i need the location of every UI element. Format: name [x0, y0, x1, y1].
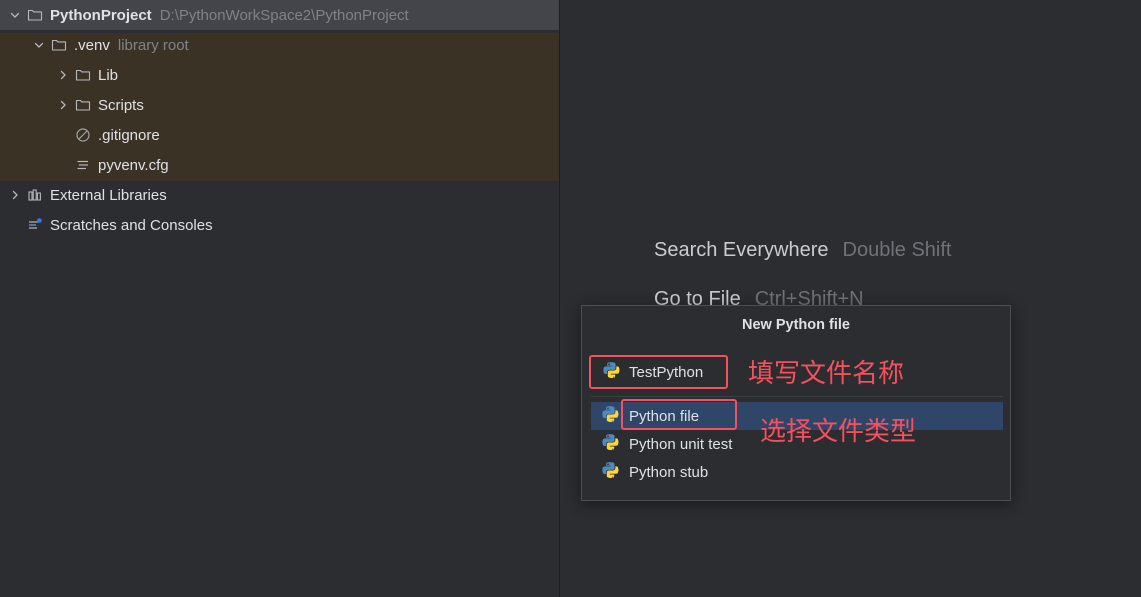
file-name-input[interactable]: TestPython	[591, 357, 717, 387]
shortcut-key-label: Double Shift	[842, 239, 952, 261]
tree-node-label: PythonProject	[50, 6, 152, 24]
folder-icon	[74, 66, 92, 84]
gitignore-icon	[74, 126, 92, 144]
tree-node-label: .venv	[74, 36, 110, 54]
tree-node-scripts[interactable]: Scripts	[0, 90, 559, 120]
tree-node-gitignore[interactable]: .gitignore	[0, 120, 559, 150]
folder-icon	[74, 96, 92, 114]
tree-node-venv[interactable]: .venv library root	[0, 30, 559, 60]
tree-arrow-placeholder	[8, 218, 22, 232]
annotation-text-file-name: 填写文件名称	[748, 359, 905, 389]
library-icon	[26, 186, 44, 204]
chevron-down-icon[interactable]	[32, 38, 46, 52]
project-tree[interactable]: PythonProject D:\PythonWorkSpace2\PythonP…	[0, 0, 559, 240]
scratches-icon	[26, 216, 44, 234]
chevron-right-icon[interactable]	[56, 68, 70, 82]
python-file-icon	[602, 461, 619, 483]
python-file-icon	[603, 361, 620, 383]
python-file-icon	[602, 433, 619, 455]
file-type-option[interactable]: Python stub	[591, 458, 1003, 486]
shortcut-action-label: Search Everywhere	[654, 239, 829, 261]
config-file-icon	[74, 156, 92, 174]
tree-node-label: External Libraries	[50, 186, 167, 204]
tree-node-label: Scratches and Consoles	[50, 216, 213, 234]
tree-node-scratches-and-consoles[interactable]: Scratches and Consoles	[0, 210, 559, 240]
dialog-title: New Python file	[742, 317, 850, 333]
new-python-file-dialog[interactable]: New Python file TestPython Python file Py…	[581, 305, 1011, 501]
shortcut-hint-row: Search Everywhere Double Shift	[654, 239, 952, 262]
tree-node-external-libraries[interactable]: External Libraries	[0, 180, 559, 210]
file-name-value[interactable]: TestPython	[629, 364, 703, 381]
project-tool-window: PythonProject D:\PythonWorkSpace2\PythonP…	[0, 0, 560, 597]
tree-node-label: Lib	[98, 66, 119, 84]
file-type-label: Python unit test	[629, 435, 733, 453]
dialog-divider	[591, 396, 1003, 397]
folder-icon	[26, 6, 44, 24]
file-type-label: Python stub	[629, 463, 709, 481]
tree-node-pyvenv-cfg[interactable]: pyvenv.cfg	[0, 150, 559, 180]
python-file-icon	[602, 405, 619, 427]
empty-editor-area: Search Everywhere Double Shift Go to Fil…	[561, 0, 1141, 597]
annotation-text-file-type: 选择文件类型	[760, 417, 917, 447]
tree-node-hint: library root	[117, 36, 189, 54]
tree-arrow-placeholder	[56, 128, 70, 142]
tree-node-lib[interactable]: Lib	[0, 60, 559, 90]
chevron-right-icon[interactable]	[56, 98, 70, 112]
folder-icon	[50, 36, 68, 54]
tree-node-hint: D:\PythonWorkSpace2\PythonProject	[159, 6, 409, 24]
chevron-right-icon[interactable]	[8, 188, 22, 202]
project-root-node[interactable]: PythonProject D:\PythonWorkSpace2\PythonP…	[0, 0, 559, 30]
tree-node-label: Scripts	[98, 96, 144, 114]
tree-node-label: pyvenv.cfg	[98, 156, 169, 174]
file-type-label: Python file	[629, 407, 700, 425]
chevron-down-icon[interactable]	[8, 8, 22, 22]
tree-arrow-placeholder	[56, 158, 70, 172]
tree-node-label: .gitignore	[98, 126, 160, 144]
